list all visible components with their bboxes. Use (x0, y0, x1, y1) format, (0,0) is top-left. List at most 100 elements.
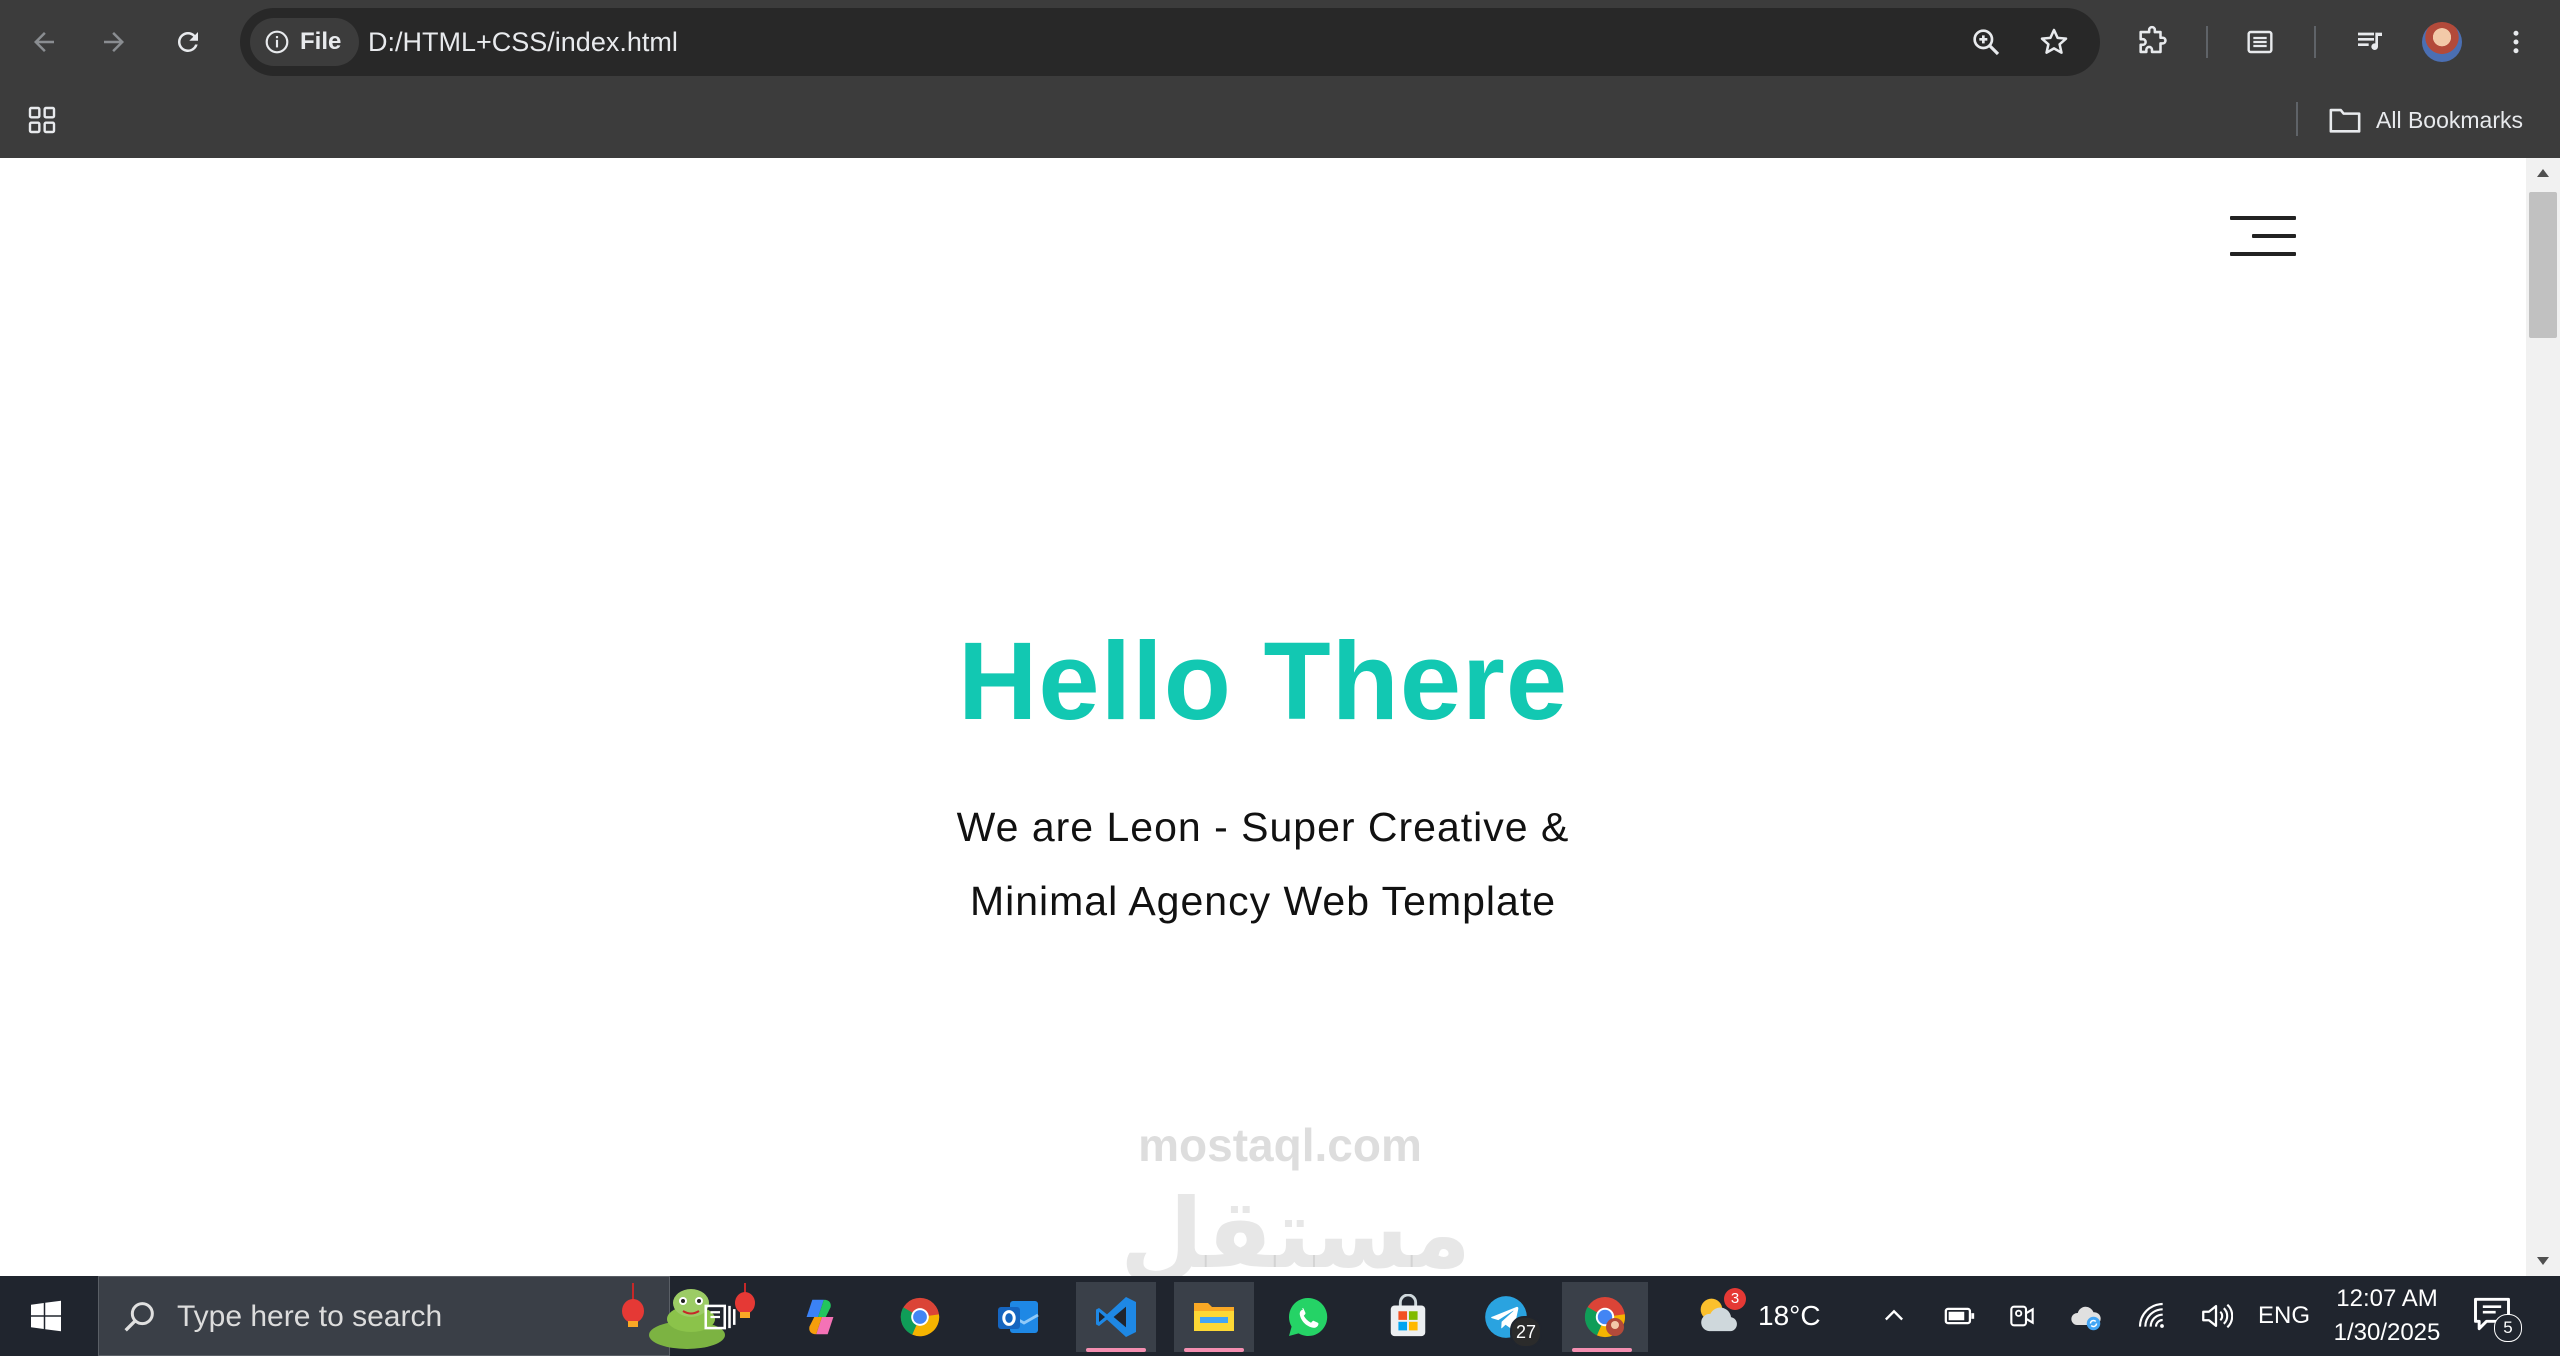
taskbar-search-box[interactable]: Type here to search (98, 1276, 755, 1356)
hero-subtitle-line: Minimal Agency Web Template (969, 878, 1557, 924)
windows-logo-icon (31, 1300, 61, 1332)
triangle-up-icon (2537, 169, 2549, 177)
temperature-label: 18°C (1758, 1300, 1821, 1331)
search-placeholder: Type here to search (177, 1300, 443, 1333)
network-status[interactable] (2132, 1296, 2172, 1336)
scroll-thumb[interactable] (2529, 192, 2557, 338)
active-app-indicator (1184, 1348, 1244, 1352)
bookmarks-divider (2296, 102, 2298, 136)
chrome-icon (1584, 1297, 1626, 1338)
hero-subtitle: We are Leon - Super Creative & Minimal A… (0, 790, 2526, 938)
show-hidden-icons-button[interactable] (1874, 1296, 1914, 1336)
outlook-app[interactable] (978, 1282, 1058, 1352)
onedrive-status[interactable] (2066, 1296, 2106, 1336)
bookmark-star-button[interactable] (2030, 18, 2078, 66)
info-icon (265, 30, 289, 54)
zoom-button[interactable] (1962, 18, 2010, 66)
browser-menu-button[interactable] (2490, 16, 2542, 68)
toolbar-divider (2314, 26, 2316, 58)
menu-line (2252, 234, 2296, 238)
reload-button[interactable] (164, 18, 212, 66)
battery-icon (1944, 1307, 1975, 1325)
all-bookmarks-button[interactable]: All Bookmarks (2328, 96, 2523, 144)
camera-status[interactable] (2002, 1296, 2042, 1336)
task-view-button[interactable] (680, 1282, 760, 1352)
chevron-up-icon (1885, 1309, 1903, 1321)
back-button[interactable] (20, 18, 68, 66)
triangle-down-icon (2537, 1257, 2549, 1265)
whatsapp-icon (1288, 1297, 1328, 1336)
start-button[interactable] (20, 1294, 72, 1338)
scroll-down-button[interactable] (2526, 1246, 2560, 1276)
menu-line (2230, 216, 2296, 220)
star-icon (2040, 28, 2068, 54)
notification-count-badge: 5 (2494, 1314, 2522, 1342)
forward-button[interactable] (90, 18, 138, 66)
apps-grid-icon (28, 106, 56, 134)
hamburger-menu-button[interactable] (2230, 216, 2296, 260)
all-bookmarks-label: All Bookmarks (2376, 106, 2523, 133)
bookmarks-bar: All Bookmarks (0, 82, 2560, 158)
taskbar-clock[interactable]: 12:07 AM 1/30/2025 (2322, 1282, 2452, 1350)
site-info-chip[interactable]: File (250, 18, 360, 66)
apps-shortcut-button[interactable] (20, 98, 64, 142)
active-app-indicator (1086, 1348, 1146, 1352)
copilot-icon (806, 1299, 834, 1335)
windows-taskbar: Type here to search 27 3 18°C ENG 12:07 … (0, 1276, 2560, 1356)
url-text[interactable]: D:/HTML+CSS/index.html (368, 8, 678, 76)
vscode-app[interactable] (1076, 1282, 1156, 1352)
watermark-latin: mostaql.com (1138, 1119, 1422, 1171)
chrome-icon (900, 1297, 940, 1337)
wifi-icon (2138, 1302, 2164, 1328)
folder-icon (1194, 1303, 1234, 1331)
reload-icon (177, 31, 198, 52)
vscode-icon (1096, 1297, 1136, 1337)
store-icon (1390, 1294, 1426, 1337)
reading-list-icon (2247, 30, 2273, 54)
page-viewport: Hello There We are Leon - Super Creative… (0, 158, 2526, 1276)
puzzle-icon (2139, 25, 2167, 54)
toolbar-divider (2206, 26, 2208, 58)
scroll-up-button[interactable] (2526, 158, 2560, 188)
watermark-arabic: مستقل (1120, 1181, 1472, 1276)
file-explorer-app[interactable] (1174, 1282, 1254, 1352)
weather-icon-wrap: 3 (1692, 1288, 1746, 1342)
menu-line (2230, 252, 2296, 256)
telegram-unread-badge: 27 (1510, 1316, 1542, 1348)
chrome-active-app[interactable] (1562, 1282, 1648, 1352)
reading-list-button[interactable] (2234, 16, 2286, 68)
more-vertical-icon (2513, 30, 2519, 54)
active-app-indicator (1572, 1348, 1632, 1352)
outlook-icon (998, 1301, 1039, 1333)
task-view-icon (704, 1304, 736, 1330)
whatsapp-app[interactable] (1268, 1282, 1348, 1352)
address-bar[interactable]: File D:/HTML+CSS/index.html (240, 8, 2100, 76)
page-scrollbar[interactable] (2526, 158, 2560, 1276)
extensions-button[interactable] (2126, 16, 2178, 68)
speaker-icon (2202, 1303, 2233, 1329)
folder-icon (2329, 108, 2361, 133)
microsoft-store-app[interactable] (1368, 1282, 1448, 1352)
notification-center-button[interactable]: 5 (2470, 1292, 2526, 1342)
chrome-app[interactable] (880, 1282, 960, 1352)
battery-status[interactable] (1940, 1296, 1980, 1336)
arrow-right-icon (104, 32, 124, 52)
site-chip-label: File (300, 28, 342, 55)
arrow-left-icon (34, 32, 54, 52)
search-icon (124, 1302, 154, 1332)
clock-date: 1/30/2025 (2333, 1319, 2441, 1346)
copilot-app[interactable] (780, 1282, 860, 1352)
cloud-sync-icon (2071, 1306, 2101, 1331)
zoom-in-icon (1973, 29, 2000, 56)
input-language-indicator[interactable]: ENG (2258, 1276, 2310, 1356)
profile-avatar[interactable] (2422, 22, 2462, 62)
volume-control[interactable] (2196, 1296, 2236, 1336)
music-queue-icon (2358, 32, 2382, 50)
telegram-app[interactable]: 27 (1466, 1282, 1546, 1352)
hero-subtitle-line: We are Leon - Super Creative & (956, 804, 1570, 850)
camera-icon (2010, 1305, 2034, 1327)
weather-alert-badge: 3 (1724, 1288, 1746, 1310)
media-control-button[interactable] (2344, 16, 2396, 68)
weather-widget[interactable]: 3 18°C (1692, 1284, 1821, 1348)
browser-toolbar: File D:/HTML+CSS/index.html (0, 0, 2560, 82)
